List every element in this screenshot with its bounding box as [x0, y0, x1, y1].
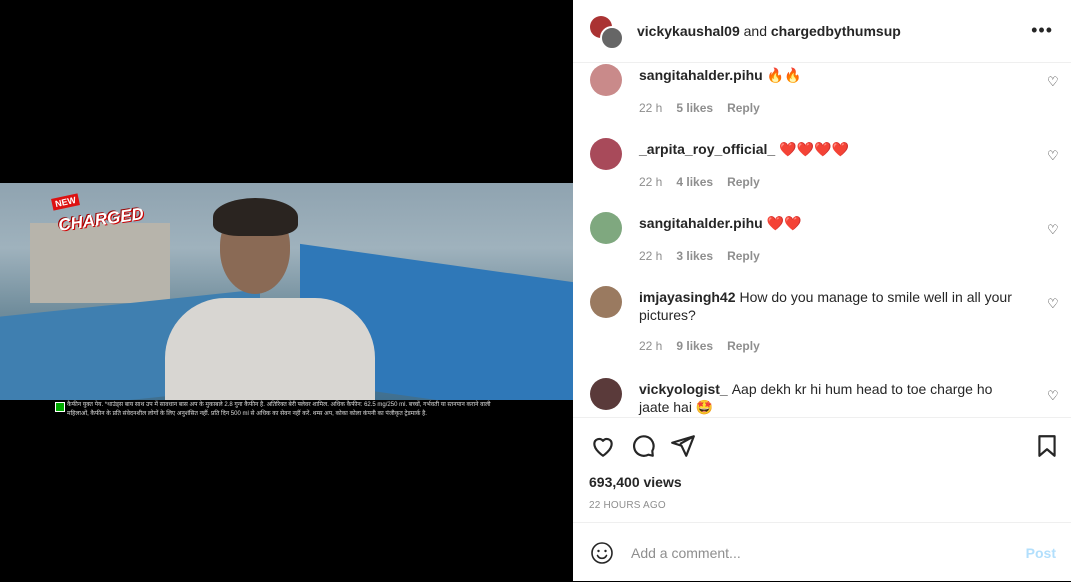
comment-input[interactable] — [629, 544, 1013, 562]
comment-body: sangitahalder.pihu ❤️❤️ — [639, 214, 1019, 232]
comment-time: 22 h — [639, 249, 663, 263]
comment-body: imjayasingh42 How do you manage to smile … — [639, 288, 1019, 324]
comment-likes[interactable]: 9 likes — [676, 339, 713, 353]
avatar[interactable] — [590, 138, 622, 170]
avatar[interactable] — [590, 286, 622, 318]
comment-text: 🔥🔥 — [766, 67, 802, 83]
comment-username[interactable]: sangitahalder.pihu — [639, 215, 763, 231]
comment-meta: 22 h 3 likes Reply — [639, 249, 774, 263]
comment-likes[interactable]: 3 likes — [676, 249, 713, 263]
comment-meta: 22 h 9 likes Reply — [639, 339, 774, 353]
post-button[interactable]: Post — [1026, 545, 1056, 561]
like-comment-heart-icon[interactable]: ♡ — [1047, 296, 1059, 311]
like-comment-heart-icon[interactable]: ♡ — [1047, 74, 1059, 89]
post-authors: vickykaushal09 and chargedbythumsup — [637, 23, 901, 39]
comment-likes[interactable]: 5 likes — [676, 101, 713, 115]
comment-time: 22 h — [639, 339, 663, 353]
view-count[interactable]: 693,400 views — [589, 474, 682, 490]
like-comment-heart-icon[interactable]: ♡ — [1047, 148, 1059, 163]
author-link-2[interactable]: chargedbythumsup — [771, 23, 901, 39]
man-figure — [165, 198, 375, 400]
comment-username[interactable]: sangitahalder.pihu — [639, 67, 763, 83]
avatar[interactable] — [590, 378, 622, 410]
man-hair — [213, 198, 298, 236]
comment-meta: 22 h 4 likes Reply — [639, 175, 774, 189]
disclaimer-text: कैफीन युक्त पेय. *थाउंड्स बाय साथ उप में… — [67, 402, 491, 417]
avatar-stack[interactable] — [590, 16, 624, 50]
emoji-smile-icon[interactable] — [590, 541, 614, 565]
author-connector: and — [739, 23, 771, 39]
like-comment-heart-icon[interactable]: ♡ — [1047, 222, 1059, 237]
like-comment-heart-icon[interactable]: ♡ — [1047, 388, 1059, 403]
comment-time: 22 h — [639, 101, 663, 115]
avatar[interactable] — [590, 64, 622, 96]
bookmark-save-icon[interactable] — [1034, 433, 1060, 459]
comment-username[interactable]: _arpita_roy_official_ — [639, 141, 775, 157]
comment-meta: 22 h 5 likes Reply — [639, 101, 774, 115]
avatar[interactable] — [600, 26, 624, 50]
avatar[interactable] — [590, 212, 622, 244]
comment-time: 22 h — [639, 175, 663, 189]
comment-body: vickyologist_ Aap dekh kr hi hum head to … — [639, 380, 1019, 416]
post-timestamp[interactable]: 22 HOURS AGO — [589, 500, 666, 511]
background-house — [30, 223, 170, 303]
comment-username[interactable]: vickyologist_ — [639, 381, 728, 397]
reply-button[interactable]: Reply — [727, 339, 760, 353]
like-heart-icon[interactable] — [590, 433, 616, 459]
comment-text: ❤️❤️ — [766, 215, 802, 231]
comments-list[interactable]: sangitahalder.pihu 🔥🔥 ♡ 22 h5 likes Reply … — [573, 62, 1071, 417]
share-send-icon[interactable] — [670, 433, 696, 459]
author-link-1[interactable]: vickykaushal09 — [637, 23, 740, 39]
reply-button[interactable]: Reply — [727, 101, 760, 115]
comment-body: _arpita_roy_official_ ❤️❤️❤️❤️ — [639, 140, 1019, 158]
veg-mark-icon — [55, 402, 65, 412]
comment-body: sangitahalder.pihu 🔥🔥 — [639, 66, 1019, 84]
comment-likes[interactable]: 4 likes — [676, 175, 713, 189]
man-body — [165, 298, 375, 400]
reply-button[interactable]: Reply — [727, 249, 760, 263]
post-header: vickykaushal09 and chargedbythumsup ••• — [573, 0, 1071, 63]
more-options-icon[interactable]: ••• — [1031, 20, 1053, 41]
video-area[interactable]: NEW CHARGED कैफीन युक्त पेय. *थाउंड्स बा… — [0, 0, 573, 581]
comment-bubble-icon[interactable] — [630, 433, 656, 459]
comment-username[interactable]: imjayasingh42 — [639, 289, 736, 305]
post-panel: vickykaushal09 and chargedbythumsup ••• … — [573, 0, 1071, 581]
comment-text: ❤️❤️❤️❤️ — [779, 141, 849, 157]
reply-button[interactable]: Reply — [727, 175, 760, 189]
add-comment-bar: Post — [573, 522, 1071, 582]
